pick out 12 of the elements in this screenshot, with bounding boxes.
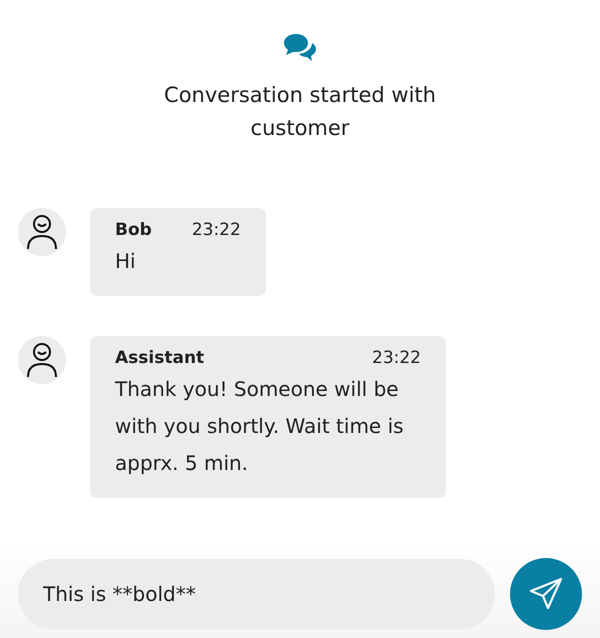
chat-bubbles-icon bbox=[283, 33, 317, 63]
conversation-status-text: Conversation started with customer bbox=[163, 82, 437, 142]
sender-name: Bob bbox=[115, 220, 152, 240]
send-icon bbox=[528, 576, 564, 612]
person-icon bbox=[26, 342, 58, 378]
message-time: 23:22 bbox=[192, 220, 241, 240]
message-text: Thank you! Someone will be with you shortly. Wait time is apprx. 5 min. bbox=[115, 376, 405, 477]
message-text: Hi bbox=[115, 248, 137, 275]
sender-name: Assistant bbox=[115, 348, 204, 368]
message-time: 23:22 bbox=[372, 348, 421, 368]
person-icon bbox=[26, 214, 58, 250]
message-input[interactable]: This is **bold** bbox=[18, 559, 496, 629]
